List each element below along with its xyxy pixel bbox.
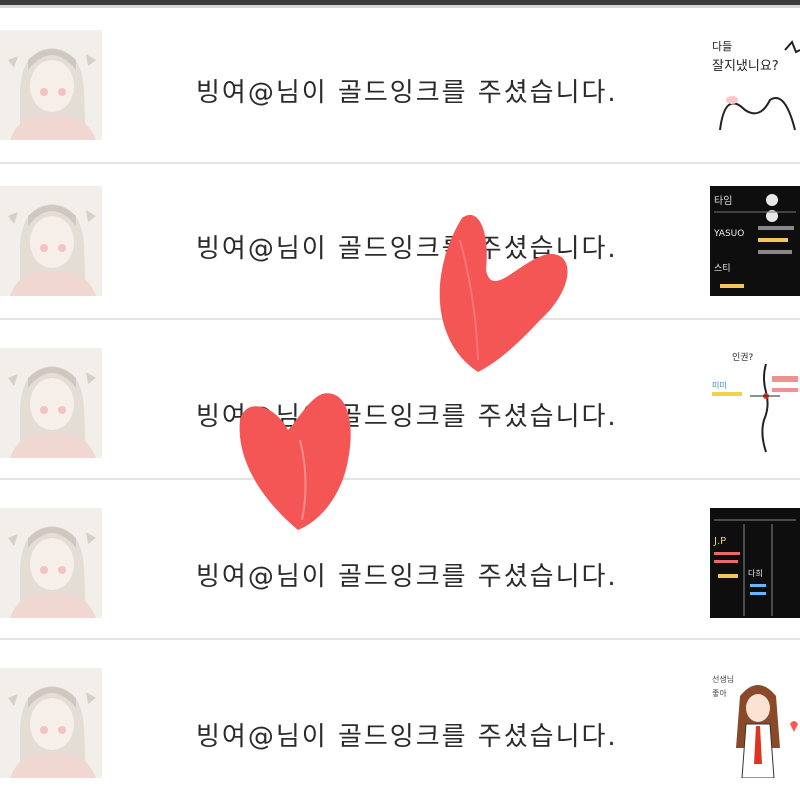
avatar-illustration — [0, 348, 102, 458]
thumb-text-line: 인권? — [732, 351, 754, 363]
thumb-text-line: 잘지냈니요? — [712, 59, 779, 74]
avatar-illustration — [0, 508, 102, 618]
character-drawing-image: 선생님 좋아 — [710, 668, 800, 778]
thumb-text-line: J.P — [713, 536, 726, 547]
avatar-illustration — [0, 668, 102, 778]
notification-item[interactable]: 빙여@님이 골드잉크를 주셨습니다. J.P 다희 — [0, 480, 800, 634]
notification-item[interactable]: 빙여@님이 골드잉크를 주셨습니다. 타임 YASUO 스티 — [0, 164, 800, 318]
avatar[interactable] — [0, 186, 102, 296]
avatar-illustration — [0, 30, 102, 140]
post-thumbnail[interactable]: 인권? 미미 — [710, 348, 800, 458]
avatar[interactable] — [0, 668, 102, 778]
thumb-text-line: 미미 — [712, 381, 727, 390]
notification-message: 빙여@님이 골드잉크를 주셨습니다. — [196, 562, 618, 592]
avatar[interactable] — [0, 348, 102, 458]
notification-item[interactable]: 빙여@님이 골드잉크를 주셨습니다. 다들 잘지냈니요? — [0, 8, 800, 162]
avatar-illustration — [0, 186, 102, 296]
notification-item[interactable]: 빙여@님이 골드잉크를 주셨습니다. 인권? 미미 — [0, 320, 800, 474]
thumb-text-line: 스티 — [714, 263, 731, 274]
thumb-text-line: 다들 — [712, 40, 732, 53]
thumb-text-line: 다희 — [748, 568, 763, 578]
notification-message: 빙여@님이 골드잉크를 주셨습니다. — [196, 78, 618, 108]
thumb-text-line: 타임 — [714, 194, 732, 207]
post-thumbnail[interactable]: 선생님 좋아 — [710, 668, 800, 778]
notification-message: 빙여@님이 골드잉크를 주셨습니다. — [196, 402, 618, 432]
post-thumbnail[interactable]: 타임 YASUO 스티 — [710, 186, 800, 296]
chalkboard-image: J.P 다희 — [710, 508, 800, 618]
thumb-text-line: 좋아 — [712, 688, 727, 698]
avatar[interactable] — [0, 508, 102, 618]
doodle-image: 다들 잘지냈니요? — [710, 30, 800, 140]
notification-message: 빙여@님이 골드잉크를 주셨습니다. — [196, 234, 618, 264]
diagram-image: 인권? 미미 — [710, 348, 800, 458]
thumb-text-line: YASUO — [713, 229, 744, 239]
post-thumbnail[interactable]: J.P 다희 — [710, 508, 800, 618]
avatar[interactable] — [0, 30, 102, 140]
post-thumbnail[interactable]: 다들 잘지냈니요? — [710, 30, 800, 140]
thumb-text-line: 선생님 — [712, 674, 734, 684]
notification-message: 빙여@님이 골드잉크를 주셨습니다. — [196, 722, 618, 752]
notification-item[interactable]: 빙여@님이 골드잉크를 주셨습니다. 선생님 좋아 — [0, 640, 800, 794]
chalkboard-image: 타임 YASUO 스티 — [710, 186, 800, 296]
